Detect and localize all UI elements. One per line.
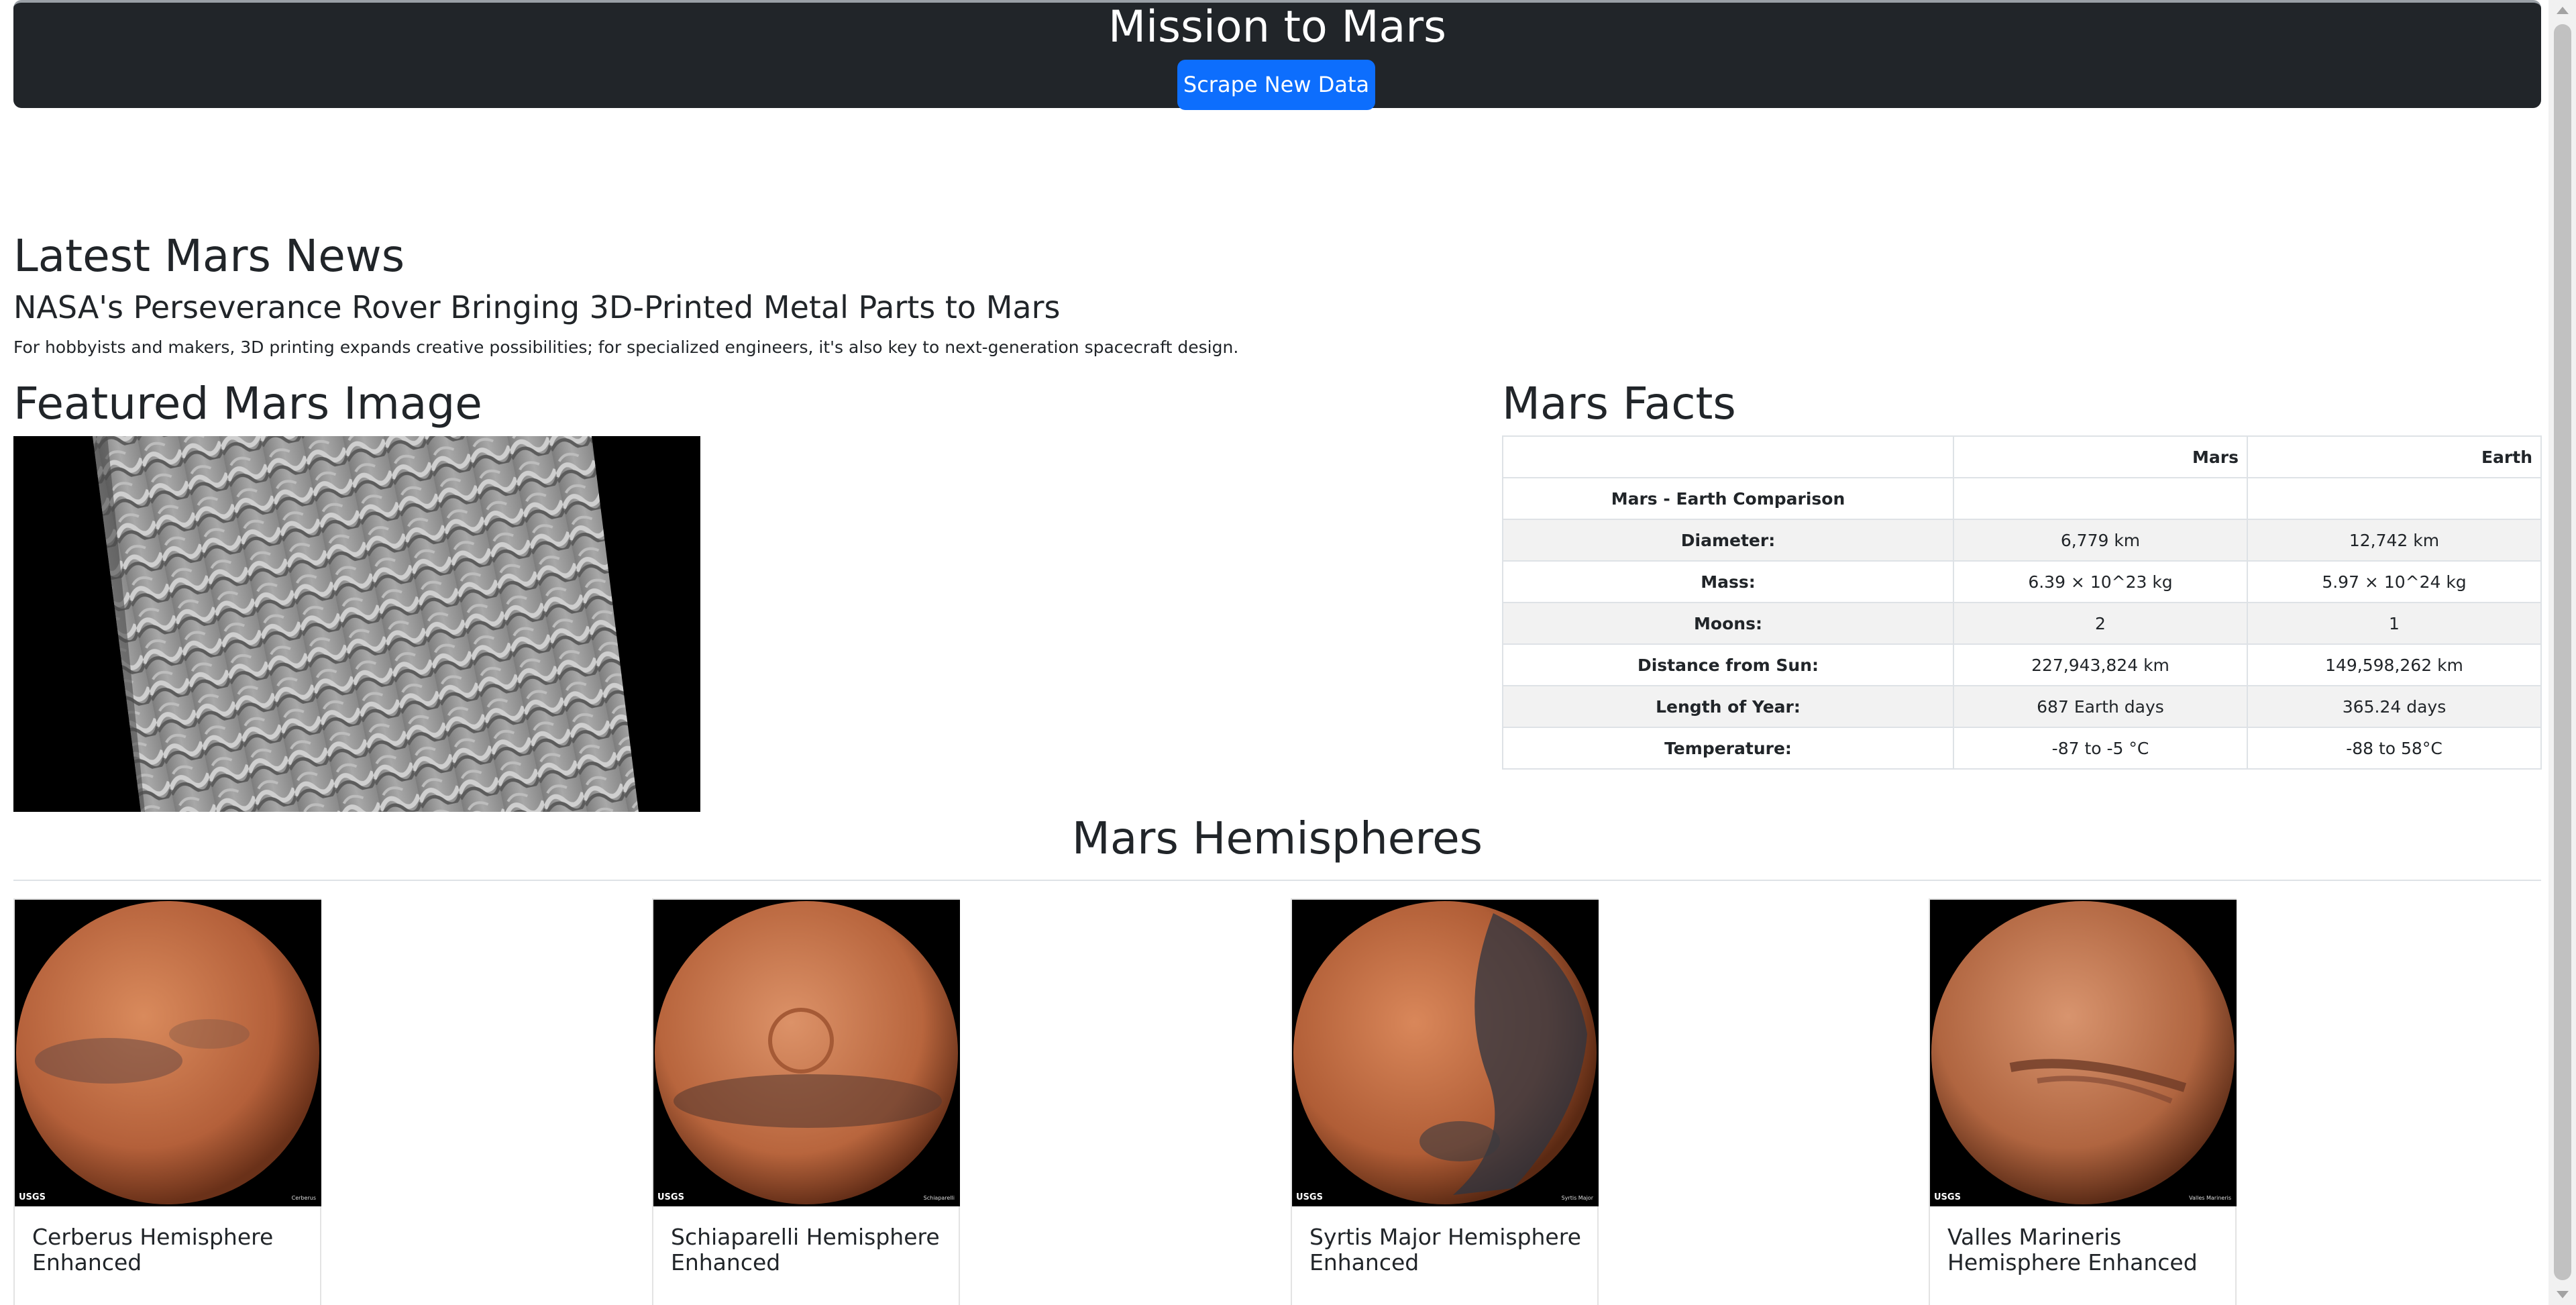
hemisphere-card-valles-marineris[interactable]: USGS Valles Marineris Valles Marineris H… (1929, 898, 2237, 1305)
scroll-down-arrow-icon[interactable] (2557, 1291, 2569, 1298)
news-article-title: NASA's Perseverance Rover Bringing 3D-Pr… (13, 289, 1061, 325)
scrape-new-data-button[interactable]: Scrape New Data (1177, 60, 1375, 110)
usgs-logo: USGS (19, 1192, 46, 1202)
scrollbar-thumb[interactable] (2554, 24, 2571, 1280)
earth-value: -88 to 58°C (2247, 727, 2542, 770)
comparison-label: Mars - Earth Comparison (1502, 477, 1954, 520)
row-label: Moons: (1502, 602, 1954, 645)
empty-cell (1953, 477, 2248, 520)
image-corner-label: Syrtis Major (1561, 1195, 1593, 1201)
news-article-teaser: For hobbyists and makers, 3D printing ex… (13, 337, 1239, 357)
usgs-logo: USGS (1296, 1192, 1323, 1202)
column-header-earth: Earth (2247, 435, 2542, 478)
usgs-logo: USGS (657, 1192, 684, 1202)
earth-value: 12,742 km (2247, 519, 2542, 562)
image-corner-label: Schiaparelli (923, 1195, 955, 1201)
hemisphere-card-schiaparelli[interactable]: USGS Schiaparelli Schiaparelli Hemispher… (652, 898, 960, 1305)
row-label: Length of Year: (1502, 685, 1954, 728)
row-label: Diameter: (1502, 519, 1954, 562)
table-header-row: Mars Earth (1502, 435, 2542, 478)
earth-value: 149,598,262 km (2247, 643, 2542, 686)
image-corner-label: Cerberus (291, 1195, 316, 1201)
page-header: Mission to Mars Scrape New Data (13, 0, 2541, 110)
table-row: Mass: 6.39 × 10^23 kg 5.97 × 10^24 kg (1502, 560, 2542, 603)
page-title: Mission to Mars (1108, 2, 1446, 52)
hemisphere-card-syrtis-major[interactable]: USGS Syrtis Major Syrtis Major Hemispher… (1291, 898, 1599, 1305)
row-label: Mass: (1502, 560, 1954, 603)
earth-value: 1 (2247, 602, 2542, 645)
mars-value: 6,779 km (1953, 519, 2248, 562)
hemisphere-title[interactable]: Valles Marineris Hemisphere Enhanced (1947, 1224, 2229, 1275)
hemisphere-title[interactable]: Syrtis Major Hemisphere Enhanced (1309, 1224, 1591, 1275)
mars-value: 2 (1953, 602, 2248, 645)
featured-mars-image[interactable] (13, 436, 700, 812)
table-row: Distance from Sun: 227,943,824 km 149,59… (1502, 643, 2542, 686)
table-row: Diameter: 6,779 km 12,742 km (1502, 519, 2542, 562)
hemisphere-title[interactable]: Schiaparelli Hemisphere Enhanced (671, 1224, 952, 1275)
vertical-scrollbar[interactable] (2548, 0, 2576, 1305)
hemisphere-title[interactable]: Cerberus Hemisphere Enhanced (32, 1224, 313, 1275)
hemisphere-image-valles-marineris[interactable]: USGS Valles Marineris (1930, 900, 2237, 1206)
hemisphere-image-syrtis-major[interactable]: USGS Syrtis Major (1292, 900, 1599, 1206)
hemisphere-image-schiaparelli[interactable]: USGS Schiaparelli (653, 900, 960, 1206)
earth-value: 5.97 × 10^24 kg (2247, 560, 2542, 603)
row-label: Distance from Sun: (1502, 643, 1954, 686)
mars-facts-heading: Mars Facts (1502, 378, 1736, 429)
mars-value: 227,943,824 km (1953, 643, 2248, 686)
table-row: Temperature: -87 to -5 °C -88 to 58°C (1502, 727, 2542, 770)
table-row: Moons: 2 1 (1502, 602, 2542, 645)
usgs-logo: USGS (1934, 1192, 1961, 1202)
hemisphere-card-cerberus[interactable]: USGS Cerberus Cerberus Hemisphere Enhanc… (13, 898, 321, 1305)
table-row: Mars - Earth Comparison (1502, 477, 2542, 520)
hemispheres-heading: Mars Hemispheres (1071, 813, 1483, 864)
scroll-up-arrow-icon[interactable] (2557, 7, 2569, 14)
hemisphere-image-cerberus[interactable]: USGS Cerberus (15, 900, 321, 1206)
image-corner-label: Valles Marineris (2189, 1195, 2231, 1201)
empty-cell (2247, 477, 2542, 520)
mars-value: -87 to -5 °C (1953, 727, 2248, 770)
news-heading: Latest Mars News (13, 230, 405, 282)
column-header (1502, 435, 1954, 478)
featured-image-heading: Featured Mars Image (13, 378, 482, 429)
column-header-mars: Mars (1953, 435, 2248, 478)
mars-facts-table: Mars Earth Mars - Earth Comparison Diame… (1502, 435, 2542, 770)
mars-value: 6.39 × 10^23 kg (1953, 560, 2248, 603)
earth-value: 365.24 days (2247, 685, 2542, 728)
section-divider (13, 880, 2541, 881)
mars-value: 687 Earth days (1953, 685, 2248, 728)
table-row: Length of Year: 687 Earth days 365.24 da… (1502, 685, 2542, 728)
row-label: Temperature: (1502, 727, 1954, 770)
